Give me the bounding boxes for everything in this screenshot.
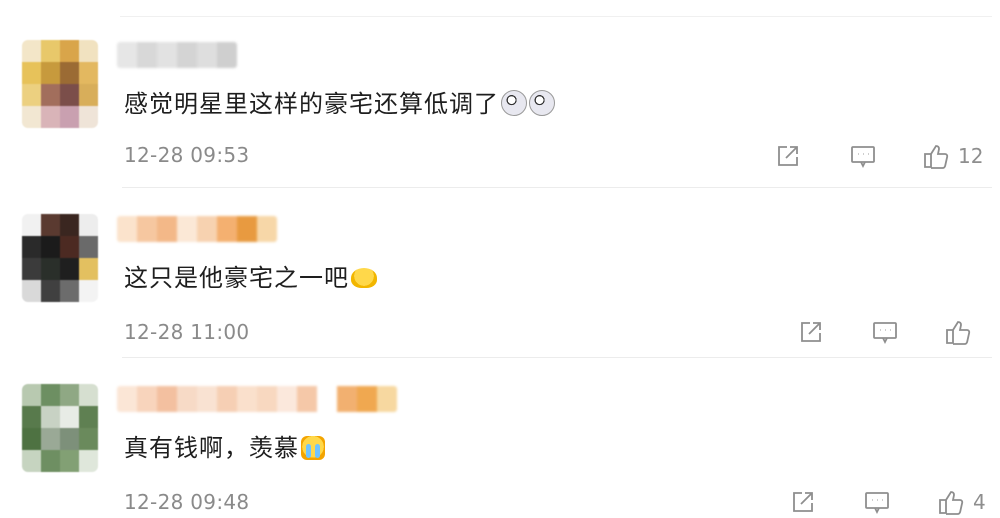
avatar[interactable] — [22, 214, 98, 302]
top-divider — [120, 16, 992, 17]
avatar[interactable] — [22, 40, 98, 128]
timestamp: 12-28 11:00 — [124, 320, 250, 344]
comment-text: 感觉明星里这样的豪宅还算低调了 — [124, 88, 555, 120]
comment-text: 这只是他豪宅之一吧 — [124, 262, 377, 294]
comment-icon — [873, 322, 897, 345]
comment-text: 真有钱啊，羡慕 — [124, 432, 325, 464]
comment-icon — [865, 492, 889, 515]
comment-body: 真有钱啊，羡慕 — [124, 434, 299, 462]
share-button[interactable] — [797, 318, 825, 346]
username-blurred[interactable] — [117, 386, 397, 412]
like-count: 4 — [973, 490, 986, 514]
like-count: 12 — [958, 144, 984, 168]
thumbs-up-icon — [939, 491, 964, 515]
username-blurred[interactable] — [117, 216, 277, 242]
like-button[interactable] — [944, 318, 972, 346]
surprised-face-emoji — [529, 90, 555, 116]
username-blurred[interactable] — [117, 42, 237, 68]
avatar[interactable] — [22, 384, 98, 472]
timestamp: 12-28 09:53 — [124, 143, 250, 167]
surprised-face-emoji — [501, 90, 527, 116]
share-icon — [778, 146, 798, 166]
thumbs-up-icon — [946, 321, 971, 345]
share-button[interactable] — [789, 488, 817, 516]
timestamp: 12-28 09:48 — [124, 490, 250, 514]
share-icon — [801, 322, 821, 342]
like-button[interactable]: 12 — [922, 142, 983, 170]
shrug-emoji — [351, 268, 377, 288]
divider — [122, 187, 992, 188]
like-button[interactable]: 4 — [937, 488, 986, 516]
comment-body: 这只是他豪宅之一吧 — [124, 264, 349, 292]
crying-face-emoji — [301, 436, 325, 460]
thumbs-up-icon — [924, 145, 949, 169]
reply-button[interactable] — [849, 142, 877, 170]
share-button[interactable] — [774, 142, 802, 170]
reply-button[interactable] — [863, 488, 891, 516]
reply-button[interactable] — [871, 318, 899, 346]
share-icon — [793, 492, 813, 512]
divider — [122, 357, 992, 358]
comment-icon — [851, 146, 875, 169]
comment-body: 感觉明星里这样的豪宅还算低调了 — [124, 90, 499, 118]
